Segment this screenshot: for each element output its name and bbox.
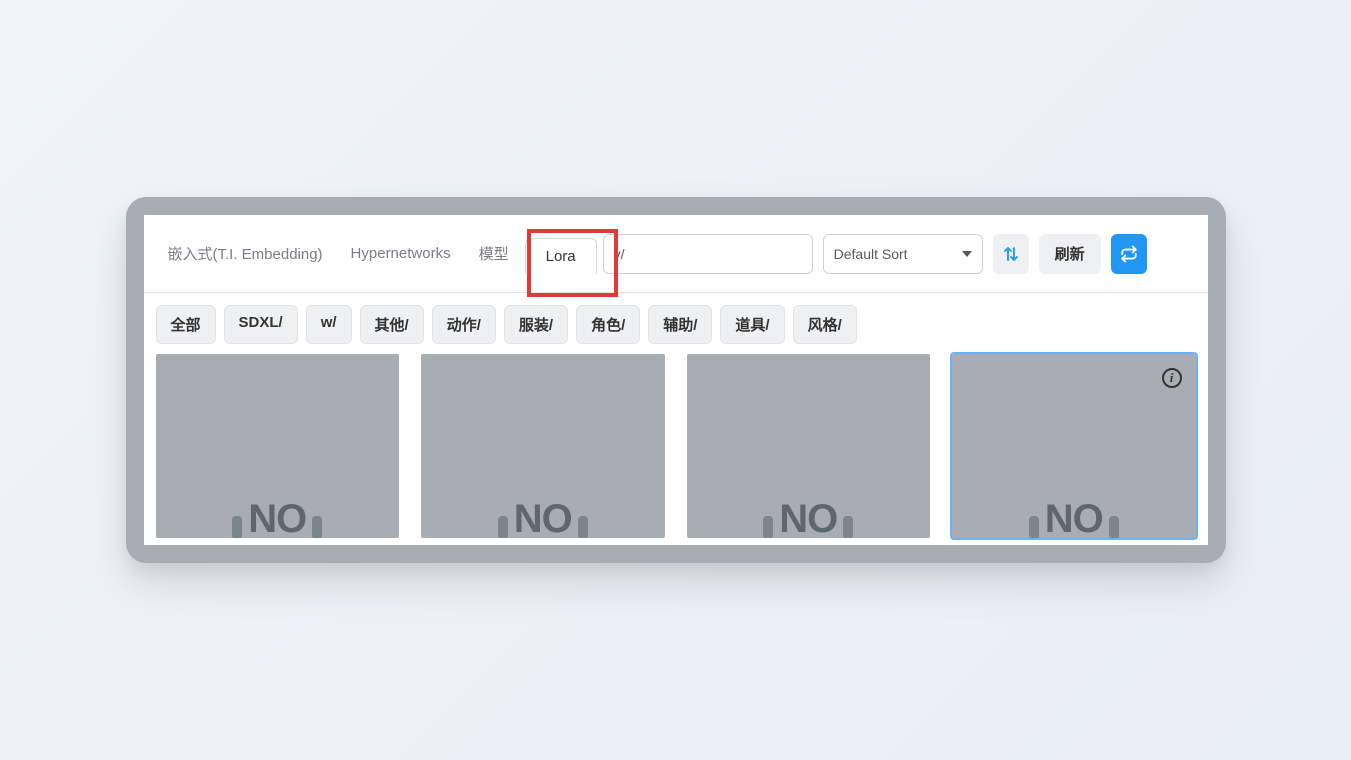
model-card[interactable]: NO [421, 354, 665, 538]
refresh-icon [1120, 245, 1138, 263]
sort-direction-button[interactable] [993, 234, 1029, 274]
chevron-down-icon [962, 251, 972, 257]
category-filter-row: 全部 SDXL/ w/ 其他/ 动作/ 服装/ 角色/ 辅助/ 道具/ 风格/ [144, 293, 1208, 354]
filter-action[interactable]: 动作/ [432, 305, 496, 344]
model-card[interactable]: NO [687, 354, 931, 538]
tab-checkpoint[interactable]: 模型 [467, 233, 521, 274]
filter-other[interactable]: 其他/ [360, 305, 424, 344]
filter-sdxl[interactable]: SDXL/ [224, 305, 298, 344]
info-icon[interactable]: i [1162, 368, 1182, 388]
filter-w[interactable]: w/ [306, 305, 352, 344]
filter-clothing[interactable]: 服装/ [504, 305, 568, 344]
sort-label: Default Sort [834, 246, 908, 262]
sort-select[interactable]: Default Sort [823, 234, 983, 274]
filter-character[interactable]: 角色/ [576, 305, 640, 344]
filter-prop[interactable]: 道具/ [720, 305, 784, 344]
filter-style[interactable]: 风格/ [793, 305, 857, 344]
model-type-tabs: 嵌入式(T.I. Embedding) Hypernetworks 模型 Lor… [156, 233, 597, 274]
model-card[interactable]: i NO [952, 354, 1196, 538]
tab-hypernetworks[interactable]: Hypernetworks [339, 235, 463, 272]
content-panel: 嵌入式(T.I. Embedding) Hypernetworks 模型 Lor… [144, 215, 1208, 545]
refresh-button[interactable]: 刷新 [1039, 234, 1101, 274]
no-preview-placeholder: NO [514, 497, 572, 538]
filter-all[interactable]: 全部 [156, 305, 216, 344]
sort-arrows-icon [1002, 245, 1020, 263]
no-preview-placeholder: NO [1045, 497, 1103, 538]
app-frame: 嵌入式(T.I. Embedding) Hypernetworks 模型 Lor… [126, 197, 1226, 563]
toolbar-row: 嵌入式(T.I. Embedding) Hypernetworks 模型 Lor… [144, 215, 1208, 293]
tab-embedding[interactable]: 嵌入式(T.I. Embedding) [156, 233, 335, 274]
no-preview-placeholder: NO [779, 497, 837, 538]
model-card[interactable]: NO [156, 354, 400, 538]
cycle-button[interactable] [1111, 234, 1147, 274]
tab-lora[interactable]: Lora [525, 238, 597, 274]
no-preview-placeholder: NO [248, 497, 306, 538]
filter-assist[interactable]: 辅助/ [648, 305, 712, 344]
model-card-grid: NO NO NO i NO [144, 354, 1208, 538]
refresh-button-label: 刷新 [1055, 243, 1085, 264]
search-input[interactable] [603, 234, 813, 274]
